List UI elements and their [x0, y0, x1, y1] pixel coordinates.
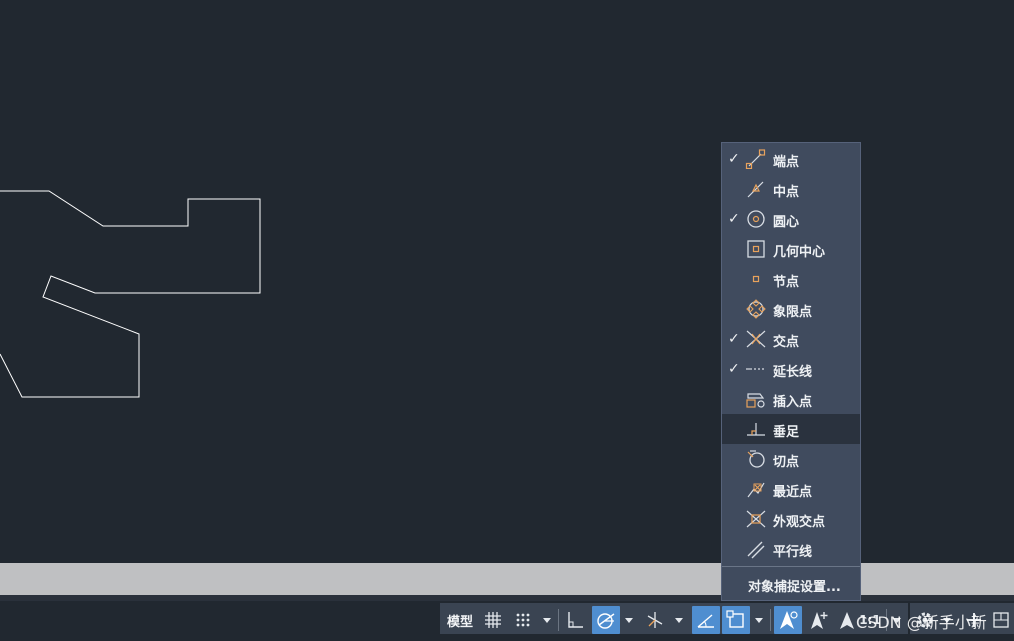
checkmark-icon: [728, 541, 742, 557]
ortho-icon: [568, 612, 583, 628]
snap-mode-button[interactable]: [510, 606, 536, 634]
polar-tracking-dropdown[interactable]: [622, 606, 636, 634]
checkmark-icon: ✓: [728, 151, 740, 167]
center-icon: [747, 210, 765, 228]
intersection-icon: [746, 330, 766, 348]
snap-item-tangent[interactable]: 切点: [722, 444, 860, 474]
checkmark-icon: ✓: [728, 361, 740, 377]
snap-item-node[interactable]: 节点: [722, 264, 860, 294]
status-group-main: 模型 1:1: [440, 603, 908, 634]
workspace-button[interactable]: [990, 606, 1012, 634]
checkmark-icon: [728, 241, 742, 257]
annotation-visibility-icon: [780, 611, 798, 629]
checkmark-icon: ✓: [728, 211, 740, 227]
checkmark-icon: [728, 181, 742, 197]
snap-item-label: 外观交点: [773, 515, 826, 530]
snap-item-label: 插入点: [773, 395, 813, 410]
cad-polyline: [0, 190, 261, 398]
snap-item-perpendicular[interactable]: 垂足: [722, 414, 860, 444]
snap-item-label: 垂足: [773, 425, 800, 440]
geometric-center-icon: [747, 240, 765, 258]
object-snap-settings-item[interactable]: 对象捕捉设置...: [722, 571, 860, 599]
ortho-button[interactable]: [562, 606, 588, 634]
polar-tracking-icon: [597, 613, 615, 629]
snap-item-quadrant[interactable]: 象限点: [722, 294, 860, 324]
object-snap-tracking-button[interactable]: [692, 606, 720, 634]
snap-item-center[interactable]: ✓ 圆心: [722, 204, 860, 234]
chevron-down-icon: [543, 617, 551, 623]
checkmark-icon: [728, 451, 742, 467]
watermark: CSDN @新手小新: [856, 613, 987, 632]
chevron-down-icon: [755, 617, 763, 623]
snap-item-label: 延长线: [773, 365, 813, 380]
snap-item-label: 中点: [773, 185, 800, 200]
checkmark-icon: [728, 271, 742, 287]
perpendicular-icon: [747, 423, 765, 436]
model-label: 模型: [446, 614, 473, 630]
drawing-canvas[interactable]: [0, 0, 1014, 563]
grid-icon: [485, 612, 501, 628]
snap-mode-icon: [516, 613, 530, 627]
isodraft-button[interactable]: [642, 606, 668, 634]
object-snap-settings-label: 对象捕捉设置...: [748, 580, 841, 595]
snap-item-label: 最近点: [773, 485, 813, 500]
object-snap-dropdown[interactable]: [752, 606, 766, 634]
quadrant-icon: [746, 299, 766, 319]
grid-button[interactable]: [480, 606, 506, 634]
autoscale-icon: [811, 612, 828, 629]
separator: [770, 609, 771, 631]
node-icon: [752, 275, 760, 283]
snap-item-label: 圆心: [773, 215, 800, 230]
endpoint-icon: [745, 149, 766, 169]
checkmark-icon: [728, 301, 742, 317]
snap-item-parallel[interactable]: 平行线: [722, 534, 860, 564]
snap-item-label: 几何中心: [773, 245, 826, 260]
command-line-bar[interactable]: [0, 563, 1014, 595]
annotation-visibility-button[interactable]: [774, 606, 802, 634]
snap-item-label: 象限点: [773, 305, 813, 320]
checkmark-icon: [728, 481, 742, 497]
chevron-down-icon: [625, 617, 633, 623]
object-snap-icon: [726, 610, 744, 628]
separator: [558, 609, 559, 631]
snap-item-extension[interactable]: ✓ 延长线: [722, 354, 860, 384]
menu-divider: [722, 566, 860, 567]
midpoint-icon: [747, 181, 764, 198]
workspace-icon: [993, 612, 1009, 628]
snap-item-insertion[interactable]: 插入点: [722, 384, 860, 414]
object-snap-menu: ✓ 端点中点 ✓ 圆心几何中心节点象限点 ✓ 交点 ✓ 延长线插入点垂足切点最近点外观交点平行…: [721, 142, 861, 601]
snap-mode-dropdown[interactable]: [540, 606, 554, 634]
snap-item-geometric-center[interactable]: 几何中心: [722, 234, 860, 264]
model-space-button[interactable]: 模型: [442, 606, 478, 634]
snap-item-apparent-intersection[interactable]: 外观交点: [722, 504, 860, 534]
apparent-intersection-icon: [746, 510, 766, 528]
snap-item-nearest[interactable]: 最近点: [722, 474, 860, 504]
insertion-icon: [746, 393, 765, 408]
isodraft-icon: [647, 612, 663, 628]
object-snap-button[interactable]: [722, 606, 750, 634]
checkmark-icon: ✓: [728, 331, 740, 347]
checkmark-icon: [728, 421, 742, 437]
object-snap-tracking-icon: [697, 614, 714, 628]
polar-tracking-button[interactable]: [592, 606, 620, 634]
snap-item-endpoint[interactable]: ✓ 端点: [722, 144, 860, 174]
snap-item-midpoint[interactable]: 中点: [722, 174, 860, 204]
annotation-scale-icon: [840, 612, 855, 629]
snap-item-label: 平行线: [773, 545, 813, 560]
checkmark-icon: [728, 391, 742, 407]
snap-item-label: 交点: [773, 335, 800, 350]
chevron-down-icon: [675, 617, 683, 623]
snap-item-label: 切点: [773, 455, 800, 470]
tangent-icon: [747, 450, 765, 468]
autoscale-button[interactable]: [806, 606, 832, 634]
parallel-icon: [747, 541, 765, 559]
nearest-icon: [747, 482, 765, 498]
isodraft-dropdown[interactable]: [672, 606, 686, 634]
extension-icon: [746, 368, 766, 370]
checkmark-icon: [728, 511, 742, 527]
snap-item-intersection[interactable]: ✓ 交点: [722, 324, 860, 354]
snap-item-label: 端点: [773, 155, 800, 170]
snap-item-label: 节点: [773, 275, 800, 290]
